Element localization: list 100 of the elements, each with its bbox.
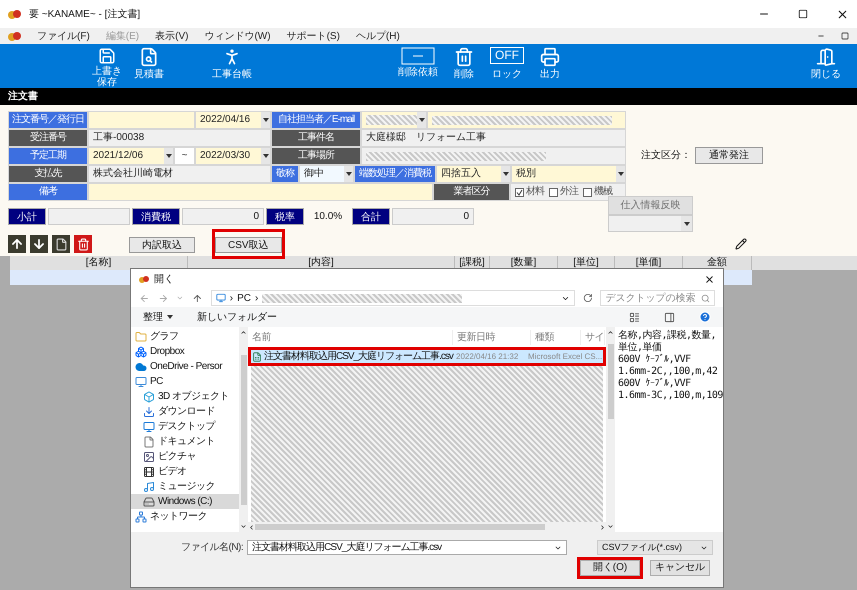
move-down-button[interactable] [30, 235, 48, 253]
file-type-filter[interactable]: CSVファイル(*.csv) [597, 540, 713, 555]
preview-line: 名称,内容,課税,数量, [618, 330, 718, 342]
dialog-button[interactable]: キャンセル [650, 560, 710, 576]
scrollbar[interactable] [606, 327, 615, 532]
toolbar-button[interactable]: 削除依頼 [394, 44, 442, 88]
text-field[interactable]: 大庭様邸 リフォーム工事 [361, 129, 626, 147]
app-logo-icon [139, 274, 150, 284]
scrollbar[interactable] [239, 327, 248, 532]
sidebar-item[interactable]: ミュージック [131, 479, 239, 494]
dialog-button[interactable]: 開く(O) [580, 560, 640, 576]
scroll-up-icon[interactable] [240, 329, 247, 336]
close-icon[interactable] [704, 274, 715, 284]
file-row[interactable]: 注文書材料取込用CSV_大庭リフォーム工事.csv 2022/04/16 21:32 Microsoft Excel CS... [251, 350, 603, 363]
maximize-icon[interactable] [798, 9, 808, 19]
column-header[interactable]: サイ [581, 330, 605, 344]
help-icon[interactable] [699, 311, 711, 323]
sidebar-item[interactable]: デスクトップ [131, 419, 239, 434]
scroll-right-icon[interactable] [599, 524, 606, 530]
toolbar-button[interactable]: 上書き保存 [88, 44, 126, 88]
dropdown-arrow-icon[interactable] [166, 154, 172, 158]
close-icon[interactable] [836, 8, 849, 20]
dropdown-field[interactable]: 税別 [511, 165, 626, 183]
menu-item[interactable]: サポート(S) [286, 28, 340, 44]
sidebar-item[interactable]: ダウンロード [131, 404, 239, 419]
text-field[interactable]: 株式会社川崎電材 [88, 165, 271, 183]
dropdown-arrow-icon[interactable] [618, 172, 624, 176]
menu-item[interactable]: ファイル(F) [37, 28, 90, 44]
dropdown-arrow-icon[interactable] [418, 118, 424, 122]
scroll-down-icon[interactable] [240, 523, 247, 530]
sidebar-item[interactable]: グラフ [131, 329, 239, 344]
checkbox-option[interactable]: 材料 [515, 184, 544, 200]
toolbar-button[interactable]: 見積書 [130, 44, 168, 88]
checkbox-option[interactable]: 外注 [549, 184, 578, 200]
checkbox[interactable] [549, 188, 558, 196]
sidebar-item[interactable]: ビデオ [131, 464, 239, 479]
toolbar-button[interactable]: 閉じる [807, 44, 845, 88]
scroll-left-icon[interactable] [248, 524, 255, 530]
sidebar-item[interactable]: Dropbox [131, 344, 239, 359]
sidebar-item[interactable]: ピクチャ [131, 449, 239, 464]
delete-row-button[interactable] [74, 235, 92, 253]
dropdown-field[interactable] [608, 215, 693, 232]
filename-field[interactable]: 注文書材料取込用CSV_大庭リフォーム工事.csv [247, 540, 568, 555]
scroll-down-icon[interactable] [607, 523, 614, 530]
text-field[interactable] [88, 183, 433, 201]
checkbox[interactable] [583, 188, 592, 196]
dropdown-arrow-icon[interactable] [502, 172, 508, 176]
dropdown-field[interactable]: 四捨五入 [436, 165, 511, 183]
text-field[interactable]: 工事-00038 [88, 129, 271, 147]
address-bar[interactable]: › PC › [210, 290, 575, 306]
sidebar-item[interactable]: ネットワーク [131, 509, 239, 524]
text-field[interactable] [427, 111, 626, 129]
toolbar-button[interactable]: OFF ロック [486, 44, 528, 88]
toolbar-button[interactable]: 出力 [536, 44, 564, 88]
preview-pane-icon[interactable] [664, 312, 675, 322]
column-header[interactable]: 種類 [531, 330, 581, 344]
menu-item[interactable]: ウィンドウ(W) [204, 28, 271, 44]
dropdown-arrow-icon[interactable] [262, 118, 268, 122]
copy-row-button[interactable] [52, 235, 70, 253]
sidebar-item[interactable]: PC [131, 374, 239, 389]
up-folder-icon[interactable] [192, 292, 203, 304]
dropdown-field[interactable]: 2021/12/06 [88, 147, 174, 165]
text-field[interactable] [88, 111, 195, 129]
scroll-up-icon[interactable] [607, 329, 614, 336]
toolbar-button[interactable]: 工事台帳 [208, 44, 256, 88]
dropdown-arrow-icon[interactable] [346, 172, 352, 176]
arrow-down-icon [32, 237, 46, 251]
sidebar-item[interactable]: OneDrive - Persor [131, 359, 239, 374]
dropdown-arrow-icon[interactable] [167, 315, 173, 319]
import-button[interactable]: CSV取込 [215, 237, 282, 253]
text-field[interactable] [361, 147, 626, 165]
dropdown-arrow-icon[interactable] [684, 222, 690, 226]
import-button[interactable]: 内訳取込 [129, 237, 195, 253]
document-icon [143, 436, 155, 448]
breadcrumb[interactable]: PC [237, 290, 252, 306]
column-header[interactable]: 名前 [248, 330, 453, 344]
search-field[interactable]: デスクトップの検索 [600, 290, 716, 306]
move-up-button[interactable] [8, 235, 26, 253]
sidebar-item[interactable]: ドキュメント [131, 434, 239, 449]
total-label: 小計 [8, 208, 46, 225]
command-button[interactable]: 整理 [143, 310, 173, 324]
menu-item[interactable]: ヘルプ(H) [356, 28, 400, 44]
monitor-icon [135, 376, 147, 388]
toolbar-button[interactable]: 削除 [450, 44, 478, 88]
dropdown-field[interactable]: 2022/03/30 [195, 147, 271, 165]
refresh-icon[interactable] [582, 293, 592, 303]
view-icon[interactable] [629, 312, 640, 322]
menu-item[interactable]: 表示(V) [155, 28, 188, 44]
checkbox[interactable] [515, 188, 524, 196]
pencil-icon[interactable] [735, 238, 747, 250]
order-type-button[interactable]: 通常発注 [695, 147, 763, 164]
dropdown-field[interactable]: 2022/04/16 [195, 111, 271, 129]
restore-icon[interactable] [841, 32, 849, 40]
command-button[interactable]: 新しいフォルダー [197, 310, 277, 324]
dropdown-field[interactable] [361, 111, 427, 129]
dropdown-field[interactable]: 御中 [299, 165, 354, 183]
sidebar-item[interactable]: 3D オブジェクト [131, 389, 239, 404]
dropdown-arrow-icon[interactable] [262, 154, 268, 158]
column-header[interactable]: 更新日時 [453, 330, 531, 344]
sidebar-item[interactable]: Windows (C:) [131, 494, 239, 509]
